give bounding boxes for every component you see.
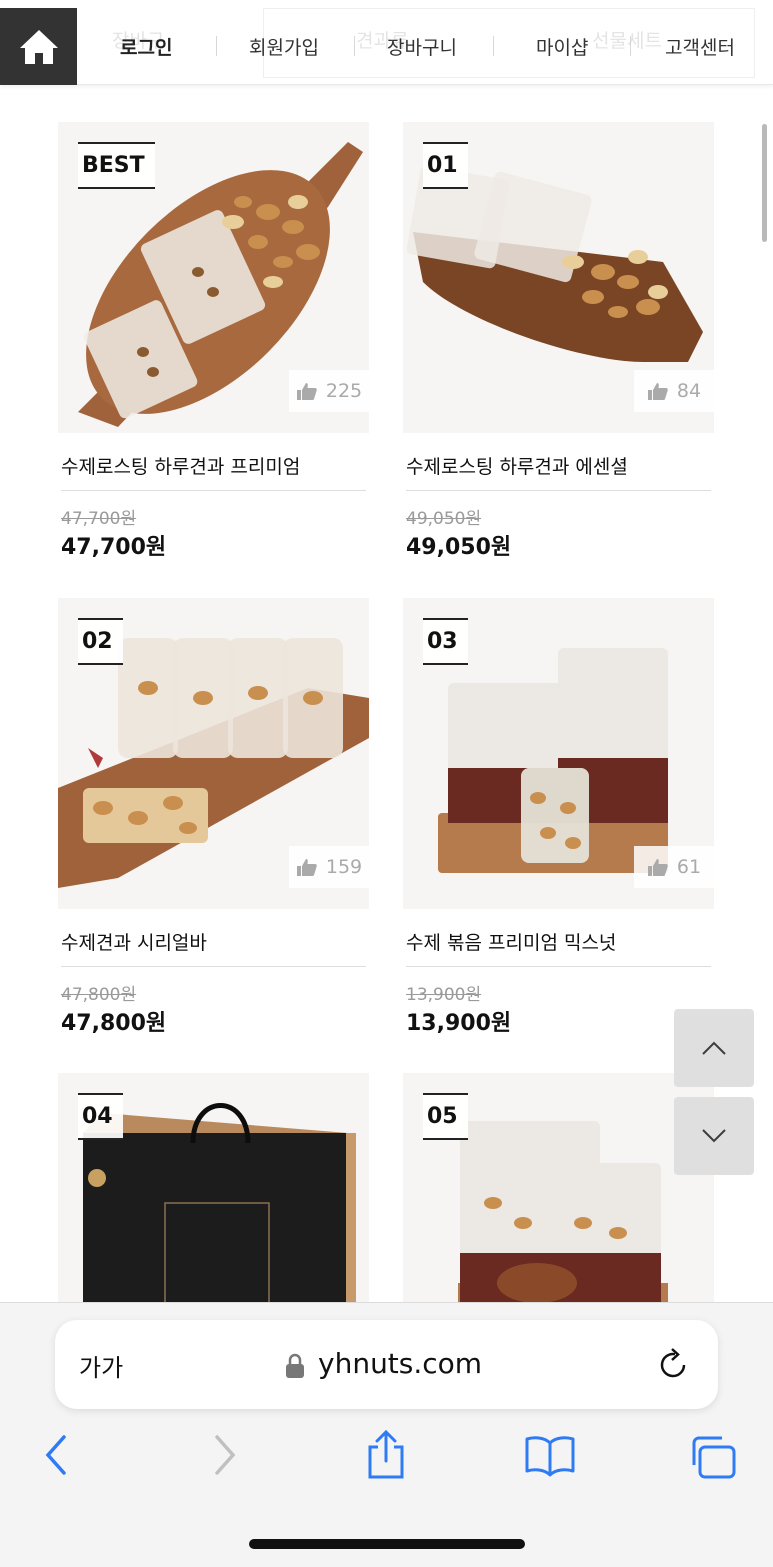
- home-button[interactable]: [0, 8, 77, 85]
- product-name[interactable]: 수제로스팅 하루견과 프리미엄: [61, 452, 300, 479]
- like-count[interactable]: 84: [634, 370, 714, 412]
- scroll-top-button[interactable]: [674, 1009, 754, 1087]
- original-price: 49,050원: [406, 509, 482, 529]
- rank-badge: 02: [78, 618, 123, 665]
- thumbs-up-icon: [647, 383, 668, 400]
- like-count-value: 225: [325, 380, 363, 402]
- product-name[interactable]: 수제견과 시리얼바: [61, 928, 207, 955]
- sale-price: 49,050원: [406, 535, 512, 560]
- divider: [406, 966, 711, 967]
- product-image[interactable]: 02 159: [58, 598, 369, 909]
- home-indicator[interactable]: [249, 1539, 525, 1549]
- login-link[interactable]: 로그인: [120, 33, 172, 60]
- nav-divider: [630, 36, 631, 56]
- product-image[interactable]: 04: [58, 1073, 369, 1303]
- rank-badge: 01: [423, 142, 468, 189]
- rank-badge: BEST: [78, 142, 155, 189]
- product-card[interactable]: 02 159 수제견과 시리얼바 47,800원 47,800원: [58, 598, 370, 1038]
- product-card[interactable]: 05: [403, 1073, 715, 1303]
- page: 장바구 견과류 선물세트 로그인 회원가입 장바구니 마이샵 고객센터 BEST…: [0, 0, 773, 1567]
- thumbs-up-icon: [296, 859, 317, 876]
- divider: [406, 490, 711, 491]
- thumbs-up-icon: [647, 859, 668, 876]
- scroll-bottom-button[interactable]: [674, 1097, 754, 1175]
- address-bar[interactable]: 가가 yhnuts.com: [55, 1320, 718, 1409]
- nav-divider: [354, 36, 355, 56]
- top-navigation: 장바구 견과류 선물세트 로그인 회원가입 장바구니 마이샵 고객센터: [0, 0, 773, 85]
- chevron-up-icon: [702, 1041, 726, 1055]
- product-card[interactable]: 01 84 수제로스팅 하루견과 에센셜 49,050원 49,050원: [403, 122, 715, 562]
- like-count[interactable]: 225: [289, 370, 369, 412]
- browser-toolbar: 가가 yhnuts.com: [0, 1302, 773, 1567]
- ghost-text: 선물세트: [592, 30, 662, 52]
- like-count[interactable]: 159: [289, 846, 369, 888]
- divider: [61, 966, 366, 967]
- product-card[interactable]: 04: [58, 1073, 370, 1303]
- product-image[interactable]: 01 84: [403, 122, 714, 433]
- thumbs-up-icon: [296, 383, 317, 400]
- like-count-value: 159: [325, 856, 363, 878]
- product-image[interactable]: 05: [403, 1073, 714, 1303]
- divider: [61, 490, 366, 491]
- product-card[interactable]: 03 61 수제 볶음 프리미엄 믹스넛 13,900원 13,900원: [403, 598, 715, 1038]
- forward-icon[interactable]: [207, 1433, 241, 1477]
- share-icon[interactable]: [364, 1429, 408, 1481]
- like-count[interactable]: 61: [634, 846, 714, 888]
- scrollbar-thumb[interactable]: [762, 124, 767, 242]
- like-count-value: 84: [676, 380, 702, 402]
- customer-center-link[interactable]: 고객센터: [665, 33, 735, 60]
- chevron-down-icon: [702, 1129, 726, 1143]
- original-price: 47,700원: [61, 509, 137, 529]
- original-price: 13,900원: [406, 985, 482, 1005]
- url-text[interactable]: yhnuts.com: [318, 1347, 482, 1380]
- lock-icon: [286, 1353, 304, 1378]
- rank-badge: 03: [423, 618, 468, 665]
- reload-icon[interactable]: [655, 1347, 691, 1383]
- sale-price: 47,700원: [61, 535, 167, 560]
- sale-price: 13,900원: [406, 1011, 512, 1036]
- original-price: 47,800원: [61, 985, 137, 1005]
- cart-link[interactable]: 장바구니: [387, 33, 457, 60]
- bookmarks-icon[interactable]: [524, 1433, 576, 1477]
- nav-divider: [216, 36, 217, 56]
- sale-price: 47,800원: [61, 1011, 167, 1036]
- signup-link[interactable]: 회원가입: [249, 33, 319, 60]
- myshop-link[interactable]: 마이샵: [536, 33, 588, 60]
- home-icon: [19, 29, 58, 64]
- back-icon[interactable]: [40, 1433, 74, 1477]
- product-image[interactable]: 03 61: [403, 598, 714, 909]
- text-size-button[interactable]: 가가: [79, 1348, 123, 1383]
- product-name[interactable]: 수제 볶음 프리미엄 믹스넛: [406, 928, 616, 955]
- rank-badge: 04: [78, 1093, 123, 1140]
- product-image[interactable]: BEST 225: [58, 122, 369, 433]
- nav-divider: [493, 36, 494, 56]
- product-name[interactable]: 수제로스팅 하루견과 에센셜: [406, 452, 628, 479]
- tabs-icon[interactable]: [688, 1433, 740, 1481]
- like-count-value: 61: [676, 856, 702, 878]
- rank-badge: 05: [423, 1093, 468, 1140]
- product-card[interactable]: BEST 225 수제로스팅 하루견과 프리미엄 47,700원 47,700원: [58, 122, 370, 562]
